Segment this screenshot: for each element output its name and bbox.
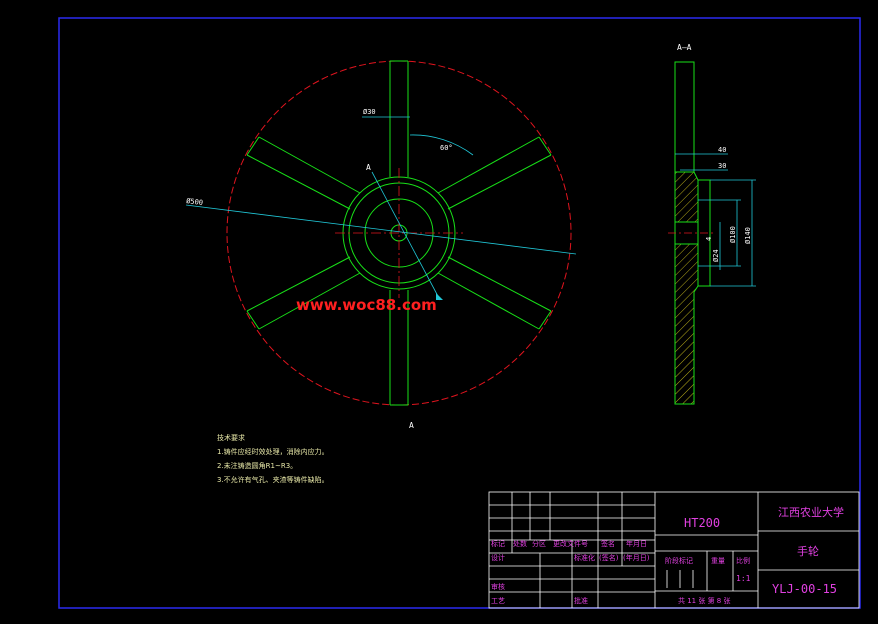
scale-value: 1:1: [736, 574, 751, 583]
notes-line-2: 2.未注铸造圆角R1~R3。: [217, 461, 297, 470]
dim-angle: 60°: [440, 144, 453, 152]
material-text: HT200: [684, 516, 720, 530]
header-sign: 签名: [601, 539, 615, 548]
school-name: 江西农业大学: [778, 505, 844, 519]
dim-side-40: 40: [718, 146, 726, 154]
process-label: 工艺: [491, 597, 505, 605]
notes-line-1: 1.铸件应经时效处理，消除内应力。: [217, 447, 329, 456]
dim-side-100: Ø100: [729, 226, 737, 243]
watermark-text: www.woc88.com: [296, 296, 437, 314]
header-mark: 标记: [491, 539, 505, 548]
header-date: 年月日: [626, 539, 647, 548]
dim-spoke-width: Ø30: [363, 108, 376, 116]
header-change-doc: 更改文件号: [553, 539, 588, 548]
dim-side-30: 30: [718, 162, 726, 170]
dim-side-140: Ø140: [744, 227, 752, 244]
section-marker-top: A: [366, 163, 371, 172]
notes-line-3: 3.不允许有气孔、夹渣等铸件缺陷。: [217, 475, 329, 484]
section-view-label: A—A: [677, 43, 692, 52]
row-date: (年月日): [623, 553, 650, 562]
drawing-number: YLJ-00-15: [772, 582, 837, 596]
sheet-info: 共 11 张 第 8 张: [678, 596, 731, 605]
header-count: 处数: [513, 539, 527, 548]
approve-label: 批准: [574, 596, 588, 605]
section-marker-bottom: A: [409, 421, 414, 430]
header-zone: 分区: [532, 539, 546, 548]
row-signature: (签名): [599, 553, 619, 562]
cad-drawing: A A A—A Ø30 60° Ø500 40 30 Ø140 Ø100 Ø24…: [0, 0, 878, 624]
dim-side-small: 4: [705, 237, 713, 241]
stage-label: 阶段标记: [665, 556, 693, 565]
review-label: 审核: [491, 582, 505, 591]
weight-label: 重量: [711, 557, 725, 565]
row-design: 设计: [491, 553, 505, 562]
row-standardize: 标准化: [574, 553, 595, 562]
section-hub: [674, 171, 699, 223]
dim-side-24: Ø24: [712, 249, 720, 262]
part-name: 手轮: [797, 544, 819, 558]
scale-label: 比例: [736, 556, 750, 565]
notes-title: 技术要求: [217, 433, 245, 442]
